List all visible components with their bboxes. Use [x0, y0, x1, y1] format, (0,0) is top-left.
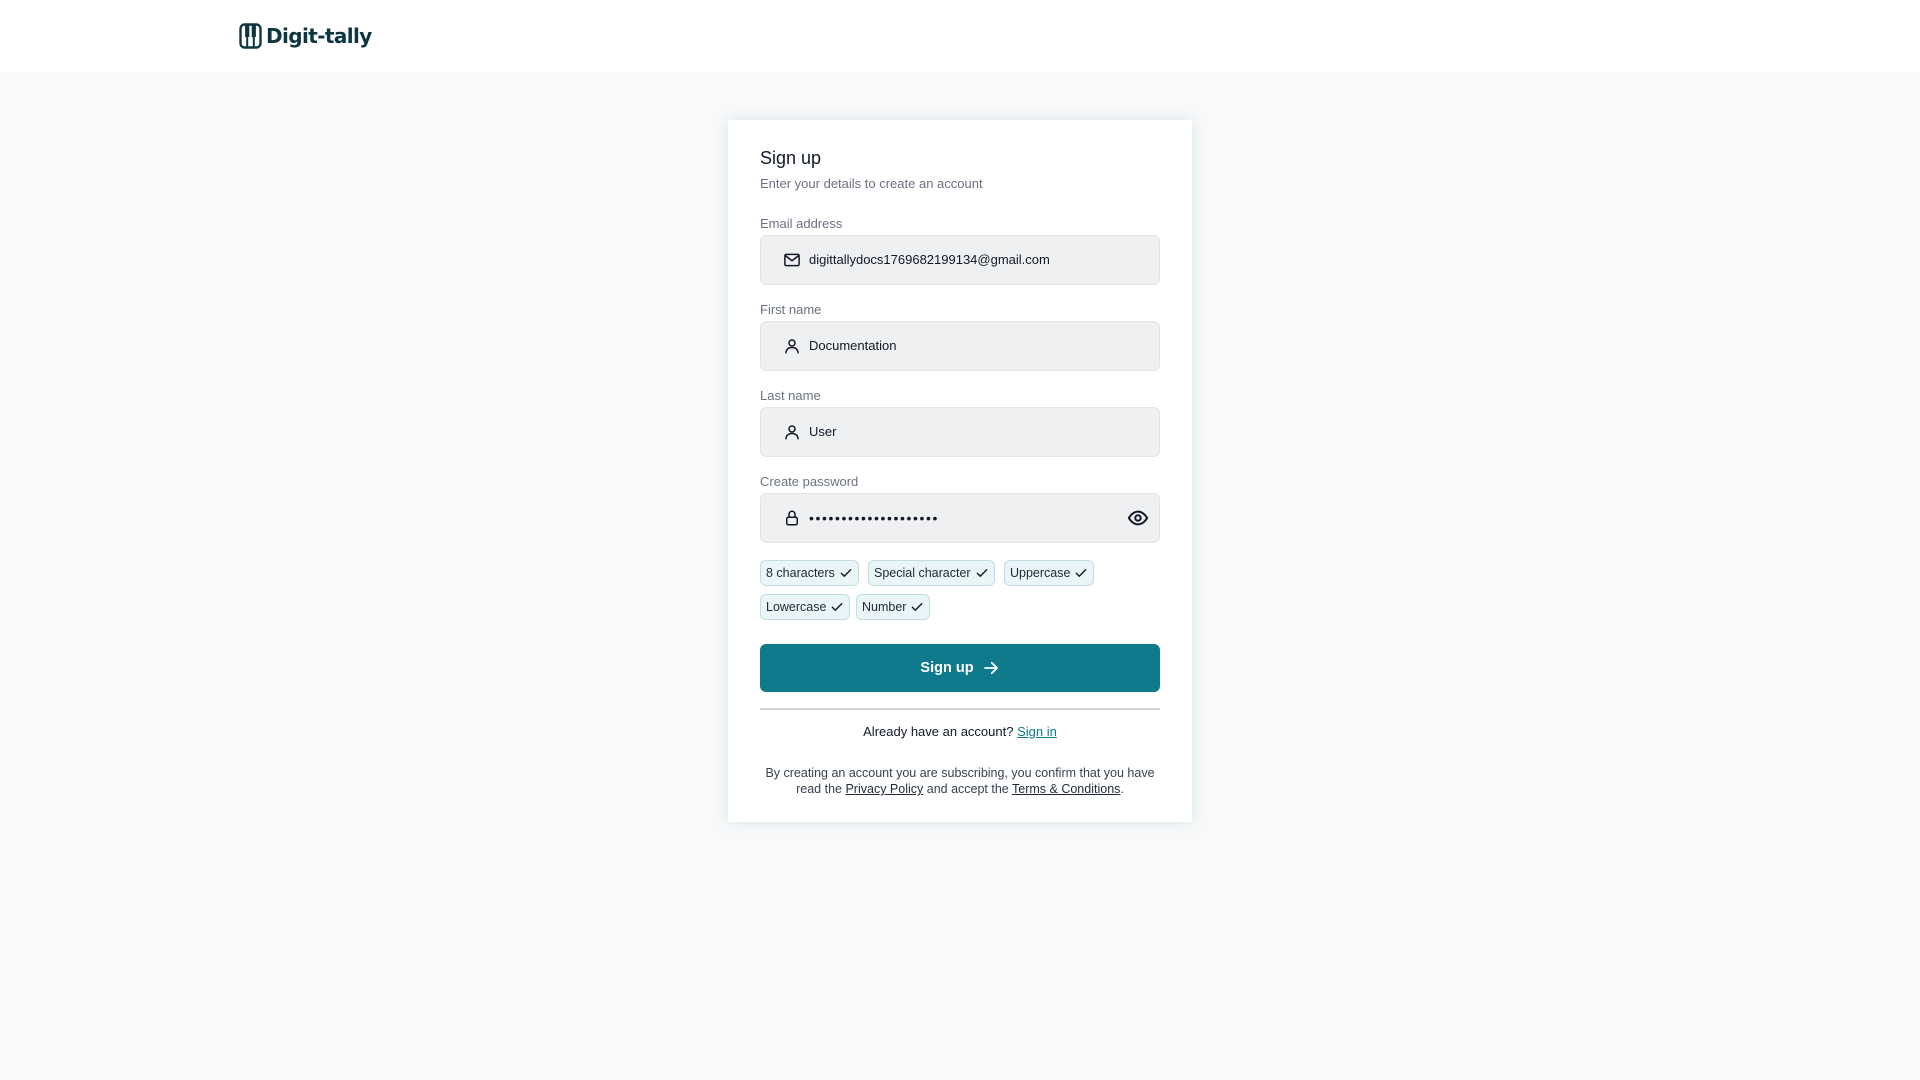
- requirement-label: Special character: [874, 566, 971, 580]
- requirement-chip: Special character: [868, 560, 995, 586]
- user-icon: [785, 425, 799, 440]
- check-icon: [832, 603, 843, 611]
- requirement-label: Number: [862, 600, 907, 614]
- mail-icon: [784, 253, 800, 267]
- requirement-chip: Number: [856, 594, 931, 620]
- email-field[interactable]: digittallydocs1769682199134@gmail.com: [760, 235, 1160, 285]
- brand-name: Digit-tally: [266, 24, 372, 48]
- piano-logo-icon: [239, 23, 262, 49]
- requirement-chip: Uppercase: [1004, 560, 1095, 586]
- form-subtitle: Enter your details to create an account: [760, 176, 983, 191]
- top-navbar: Digit-tally: [0, 0, 1920, 72]
- signup-card: Sign up Enter your details to create an …: [728, 120, 1192, 822]
- brand-logo[interactable]: Digit-tally: [239, 23, 372, 49]
- first-name-value: Documentation: [809, 338, 897, 353]
- user-icon: [785, 339, 799, 354]
- check-icon: [840, 569, 852, 577]
- check-icon: [976, 569, 987, 577]
- requirement-label: 8 characters: [766, 566, 835, 580]
- arrow-right-icon: [983, 661, 998, 675]
- check-icon: [912, 603, 923, 611]
- last-name-field[interactable]: User: [760, 407, 1160, 457]
- form-title: Sign up: [760, 148, 822, 168]
- privacy-policy-link[interactable]: Privacy Policy: [845, 782, 923, 796]
- requirement-label: Lowercase: [766, 600, 827, 614]
- signup-button[interactable]: Sign up: [760, 644, 1160, 692]
- email-value: digittallydocs1769682199134@gmail.com: [809, 252, 1050, 267]
- password-label: Create password: [760, 474, 859, 489]
- requirement-label: Uppercase: [1010, 566, 1071, 580]
- password-field[interactable]: ••••••••••••••••••••: [760, 493, 1160, 543]
- eye-icon[interactable]: [1127, 508, 1149, 528]
- signin-prompt: Already have an account? Sign in: [728, 724, 1192, 739]
- requirement-chip: Lowercase: [760, 594, 851, 620]
- divider: [760, 708, 1160, 710]
- signin-link[interactable]: Sign in: [1017, 724, 1057, 739]
- first-name-field[interactable]: Documentation: [760, 321, 1160, 371]
- legal-notice: By creating an account you are subscribi…: [760, 765, 1160, 797]
- signup-button-label: Sign up: [920, 660, 974, 676]
- check-icon: [1076, 569, 1087, 577]
- legal-text-mid: and accept the: [926, 782, 1009, 796]
- last-name-value: User: [809, 424, 837, 439]
- signin-prompt-text: Already have an account?: [863, 724, 1014, 739]
- lock-icon: [786, 510, 798, 526]
- last-name-label: Last name: [760, 388, 821, 403]
- first-name-label: First name: [760, 302, 822, 317]
- requirement-chip: 8 characters: [760, 560, 859, 586]
- email-label: Email address: [760, 216, 843, 231]
- terms-link[interactable]: Terms & Conditions: [1012, 782, 1120, 796]
- password-value: ••••••••••••••••••••: [809, 510, 940, 526]
- legal-text-post: .: [1120, 782, 1124, 796]
